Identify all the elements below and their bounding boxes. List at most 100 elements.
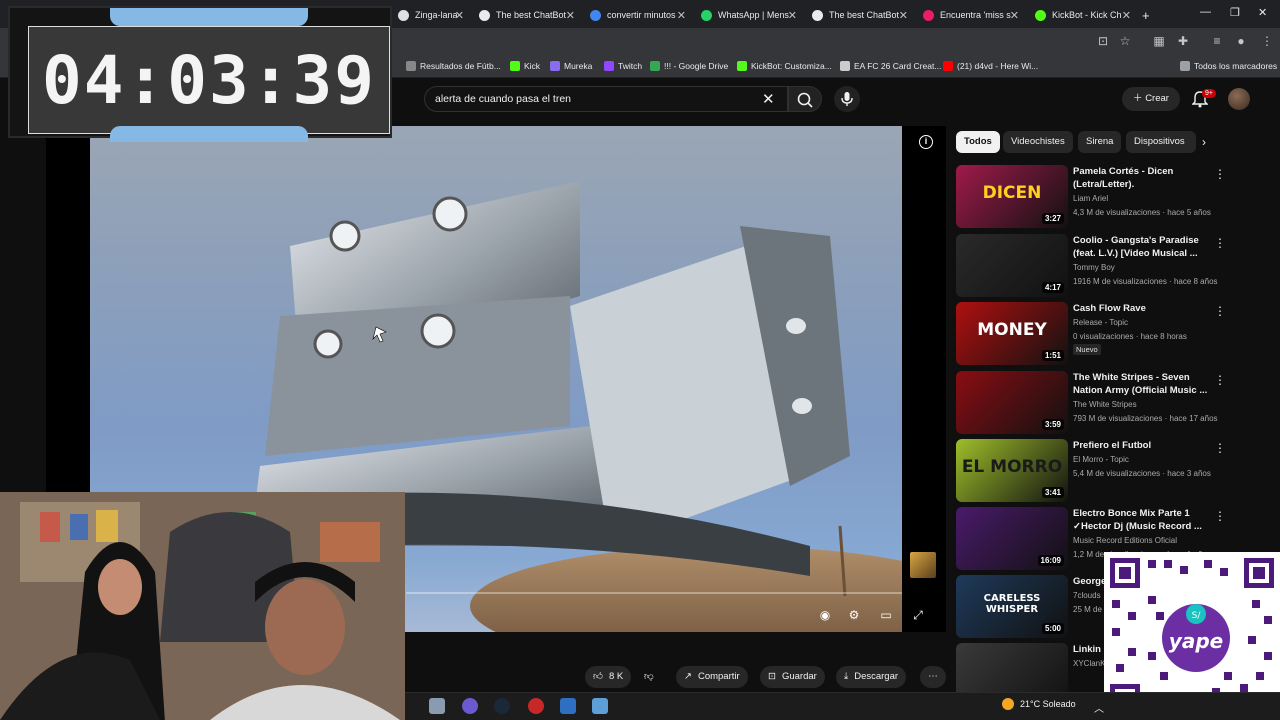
chevron-right-icon[interactable]: › <box>1202 135 1206 149</box>
tab-close-icon[interactable]: ✕ <box>899 9 908 22</box>
channel-name[interactable]: Tommy Boy <box>1073 263 1115 272</box>
tab-close-icon[interactable]: ✕ <box>788 9 797 22</box>
video-title[interactable]: Cash Flow Rave <box>1073 302 1211 315</box>
filter-chip[interactable]: Sirena <box>1078 131 1122 153</box>
notepad-icon[interactable] <box>592 698 608 714</box>
channel-name[interactable]: 7clouds <box>1073 591 1101 600</box>
video-title[interactable]: Pamela Cortés - Dicen (Letra/Letter). <box>1073 165 1211 191</box>
info-icon[interactable]: i <box>919 135 933 149</box>
more-options-icon[interactable]: ⋮ <box>1214 236 1226 250</box>
video-thumbnail[interactable]: CARELESS WHISPER 5:00 <box>956 575 1068 638</box>
browser-tab[interactable]: WhatsApp | Mens ✕ <box>695 4 801 26</box>
discord-icon[interactable] <box>462 698 478 714</box>
new-tab-button[interactable]: + <box>1136 4 1156 26</box>
bookmark-item[interactable]: Resultados de Fútb... <box>406 61 501 71</box>
channel-name[interactable]: The White Stripes <box>1073 400 1137 409</box>
bookmark-item[interactable]: Kick <box>510 61 540 71</box>
bookmark-item[interactable]: Twitch <box>604 61 642 71</box>
video-thumbnail[interactable]: MONEY 1:51 <box>956 302 1068 365</box>
video-title[interactable]: Coolio - Gangsta's Paradise (feat. L.V.)… <box>1073 234 1211 260</box>
bookmark-item[interactable]: !!! - Google Drive <box>650 61 728 71</box>
channel-name[interactable]: Liam Ariel <box>1073 194 1108 203</box>
recommendation-item[interactable]: MONEY 1:51 Cash Flow Rave Release - Topic 0 … <box>956 302 1232 366</box>
fullscreen-icon[interactable]: ⤢ <box>907 604 929 626</box>
bookmark-item[interactable]: KickBot: Customiza... <box>737 61 832 71</box>
browser-tab[interactable]: Encuentra 'miss s ✕ <box>917 4 1023 26</box>
recommendation-item[interactable]: DICEN 3:27 Pamela Cortés - Dicen (Letra/Le… <box>956 165 1232 229</box>
filter-chip[interactable]: Todos <box>956 131 1000 153</box>
video-thumbnail[interactable]: 4:17 <box>956 234 1068 297</box>
video-thumbnail[interactable]: DICEN 3:27 <box>956 165 1068 228</box>
video-thumbnail[interactable]: 3:59 <box>956 371 1068 434</box>
extension-icon[interactable]: ▦ <box>1152 34 1166 48</box>
tab-close-icon[interactable]: ✕ <box>455 9 464 22</box>
menu-dots-icon[interactable]: ⋮ <box>1260 34 1274 48</box>
browser-tab[interactable]: convertir minutos ✕ <box>584 4 690 26</box>
search-button[interactable] <box>788 86 822 112</box>
bookmark-item[interactable]: EA FC 26 Card Creat... <box>840 61 941 71</box>
download-button[interactable]: ⤓ Descargar <box>836 666 907 688</box>
share-button[interactable]: ↗ Compartir <box>676 666 748 688</box>
browser-tab[interactable]: Zinga-lana o✕ <box>392 4 468 26</box>
puzzle-icon[interactable]: ✚ <box>1176 34 1190 48</box>
recommendation-item[interactable]: 3:59 The White Stripes - Seven Nation Arm… <box>956 371 1232 435</box>
channel-name[interactable]: Music Record Editions Oficial <box>1073 536 1177 545</box>
bookmark-item[interactable]: (21) d4vd - Here Wi... <box>943 61 1038 71</box>
video-title[interactable]: Electro Bonce Mix Parte 1 ✓Hector Dj (Mu… <box>1073 507 1211 533</box>
close-window-button[interactable]: ✕ <box>1258 6 1267 19</box>
tab-close-icon[interactable]: ✕ <box>566 9 575 22</box>
like-button[interactable]: 👍︎ 8 K <box>585 666 632 688</box>
video-thumbnail[interactable]: EL MORRO 3:41 <box>956 439 1068 502</box>
browser-tab[interactable]: The best ChatBot ✕ <box>806 4 912 26</box>
bookmark-star-icon[interactable]: ☆ <box>1118 34 1132 48</box>
profile-icon[interactable]: ● <box>1234 34 1248 48</box>
create-button[interactable]: ＋ Crear <box>1122 87 1180 111</box>
save-button[interactable]: ⊡ Guardar <box>760 666 825 688</box>
more-options-icon[interactable]: ⋮ <box>1214 167 1226 181</box>
search-input[interactable]: alerta de cuando pasa el tren <box>424 86 788 112</box>
obs-icon[interactable] <box>528 698 544 714</box>
channel-name[interactable]: El Morro - Topic <box>1073 455 1129 464</box>
theater-mode-icon[interactable]: ▭ <box>875 604 897 626</box>
browser-tab[interactable]: KickBot - Kick Ch ✕ <box>1029 4 1135 26</box>
settings-gear-icon[interactable]: ⚙ <box>843 604 865 626</box>
more-options-icon[interactable]: ⋮ <box>1214 441 1226 455</box>
autoplay-toggle-icon[interactable]: ◉ <box>814 604 836 626</box>
tab-close-icon[interactable]: ✕ <box>1010 9 1019 22</box>
file-explorer-icon[interactable] <box>429 698 445 714</box>
app-icon[interactable] <box>560 698 576 714</box>
more-actions-button[interactable]: ⋯ <box>920 666 946 688</box>
duration-badge: 1:51 <box>1041 350 1064 361</box>
channel-watermark-icon[interactable] <box>910 552 936 578</box>
dislike-button[interactable]: 👎︎ <box>636 666 662 688</box>
recommendation-item[interactable]: EL MORRO 3:41 Prefiero el Futbol El Morro -… <box>956 439 1232 503</box>
video-title[interactable]: The White Stripes - Seven Nation Army (O… <box>1073 371 1211 397</box>
browser-tab[interactable]: The best ChatBot ✕ <box>473 4 579 26</box>
filter-chip[interactable]: Dispositivos <box>1126 131 1196 153</box>
tab-close-icon[interactable]: ✕ <box>677 9 686 22</box>
weather-widget[interactable]: 21°C Soleado <box>1002 698 1076 710</box>
channel-name[interactable]: XYClanK <box>1073 659 1105 668</box>
more-options-icon[interactable]: ⋮ <box>1214 509 1226 523</box>
user-avatar[interactable] <box>1228 88 1250 110</box>
video-progress-bar[interactable] <box>406 592 902 594</box>
recommendation-item[interactable]: 4:17 Coolio - Gangsta's Paradise (feat. L… <box>956 234 1232 298</box>
bookmark-favicon-icon <box>406 61 416 71</box>
voice-search-button[interactable] <box>834 86 860 112</box>
more-options-icon[interactable]: ⋮ <box>1214 373 1226 387</box>
media-control-icon[interactable]: ≡ <box>1210 34 1224 48</box>
bookmark-item[interactable]: Todos los marcadores <box>1180 61 1277 71</box>
video-title[interactable]: Prefiero el Futbol <box>1073 439 1211 452</box>
chevron-up-icon[interactable]: ︿ <box>1094 700 1104 715</box>
filter-chip[interactable]: Videochistes <box>1003 131 1073 153</box>
channel-name[interactable]: Release - Topic <box>1073 318 1128 327</box>
maximize-button[interactable]: ❐ <box>1230 6 1240 19</box>
bookmark-item[interactable]: Mureka <box>550 61 592 71</box>
steam-icon[interactable] <box>494 698 510 714</box>
video-thumbnail[interactable]: 16:09 <box>956 507 1068 570</box>
clear-search-icon[interactable]: ✕ <box>762 90 775 108</box>
minimize-button[interactable]: — <box>1200 6 1211 18</box>
tab-close-icon[interactable]: ✕ <box>1122 9 1131 22</box>
install-icon[interactable]: ⊡ <box>1096 34 1110 48</box>
more-options-icon[interactable]: ⋮ <box>1214 304 1226 318</box>
